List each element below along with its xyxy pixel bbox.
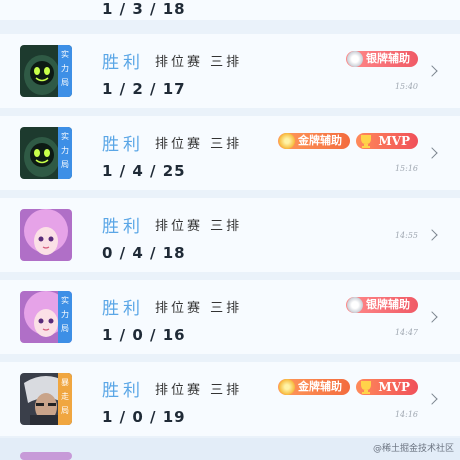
hero-avatar <box>20 209 72 261</box>
hero-avatar <box>20 452 72 460</box>
match-time: 14:47 <box>394 328 418 337</box>
chevron-right-icon[interactable] <box>426 311 438 323</box>
silver-support-badge: 银牌辅助 <box>346 51 418 67</box>
match-row[interactable]: 胜利 排位赛 三排 0 / 4 / 18 14:55 <box>0 198 460 272</box>
match-result: 胜利 <box>102 135 144 155</box>
medal-icon <box>279 133 295 149</box>
medal-icon <box>347 297 363 313</box>
match-result: 胜利 <box>102 217 144 237</box>
match-result: 胜利 <box>102 381 144 401</box>
mvp-badge: MVP <box>356 133 418 149</box>
match-kda: 1 / 3 / 18 <box>102 0 186 18</box>
hero-avatar: 实力局 <box>20 291 72 343</box>
chevron-right-icon[interactable] <box>426 147 438 159</box>
match-mode: 排位赛 三排 <box>155 137 243 152</box>
match-row-previous[interactable]: 1 / 3 / 18 <box>0 0 460 20</box>
silver-support-badge: 银牌辅助 <box>346 297 418 313</box>
match-row[interactable]: 实力局 胜利 排位赛 三排 1 / 0 / 16 银牌辅助 14:47 <box>0 280 460 354</box>
hero-avatar: 实力局 <box>20 45 72 97</box>
match-row[interactable]: 暴走局 胜利 排位赛 三排 1 / 0 / 19 金牌辅助 MVP 14:16 <box>0 362 460 436</box>
match-tag: 暴走局 <box>58 373 72 425</box>
match-mode: 排位赛 三排 <box>155 55 243 70</box>
hero-avatar: 实力局 <box>20 127 72 179</box>
match-time: 14:55 <box>394 231 418 240</box>
match-time: 15:16 <box>394 164 418 173</box>
trophy-icon <box>357 379 373 395</box>
match-row[interactable]: 实力局 胜利 排位赛 三排 1 / 4 / 25 金牌辅助 MVP 15:16 <box>0 116 460 190</box>
trophy-icon <box>357 133 373 149</box>
match-result: 胜利 <box>102 53 144 73</box>
gold-support-badge: 金牌辅助 <box>278 133 350 149</box>
match-tag: 实力局 <box>58 45 72 97</box>
chevron-right-icon[interactable] <box>426 65 438 77</box>
match-result: 胜利 <box>102 299 144 319</box>
chevron-right-icon[interactable] <box>426 229 438 241</box>
medal-icon <box>279 379 295 395</box>
match-kda: 1 / 0 / 16 <box>102 326 186 344</box>
watermark: @稀土掘金技术社区 <box>372 444 454 454</box>
match-mode: 排位赛 三排 <box>155 301 243 316</box>
match-time: 15:40 <box>394 82 418 91</box>
gold-support-badge: 金牌辅助 <box>278 379 350 395</box>
chevron-right-icon[interactable] <box>426 393 438 405</box>
hero-avatar: 暴走局 <box>20 373 72 425</box>
match-row[interactable]: 实力局 胜利 排位赛 三排 1 / 2 / 17 银牌辅助 15:40 <box>0 34 460 108</box>
match-tag: 实力局 <box>58 127 72 179</box>
match-mode: 排位赛 三排 <box>155 383 243 398</box>
match-tag: 实力局 <box>58 291 72 343</box>
match-kda: 1 / 4 / 25 <box>102 162 186 180</box>
match-kda: 0 / 4 / 18 <box>102 244 186 262</box>
medal-icon <box>347 51 363 67</box>
match-mode: 排位赛 三排 <box>155 219 243 234</box>
match-kda: 1 / 0 / 19 <box>102 408 186 426</box>
mvp-badge: MVP <box>356 379 418 395</box>
match-time: 14:16 <box>394 410 418 419</box>
match-kda: 1 / 2 / 17 <box>102 80 186 98</box>
